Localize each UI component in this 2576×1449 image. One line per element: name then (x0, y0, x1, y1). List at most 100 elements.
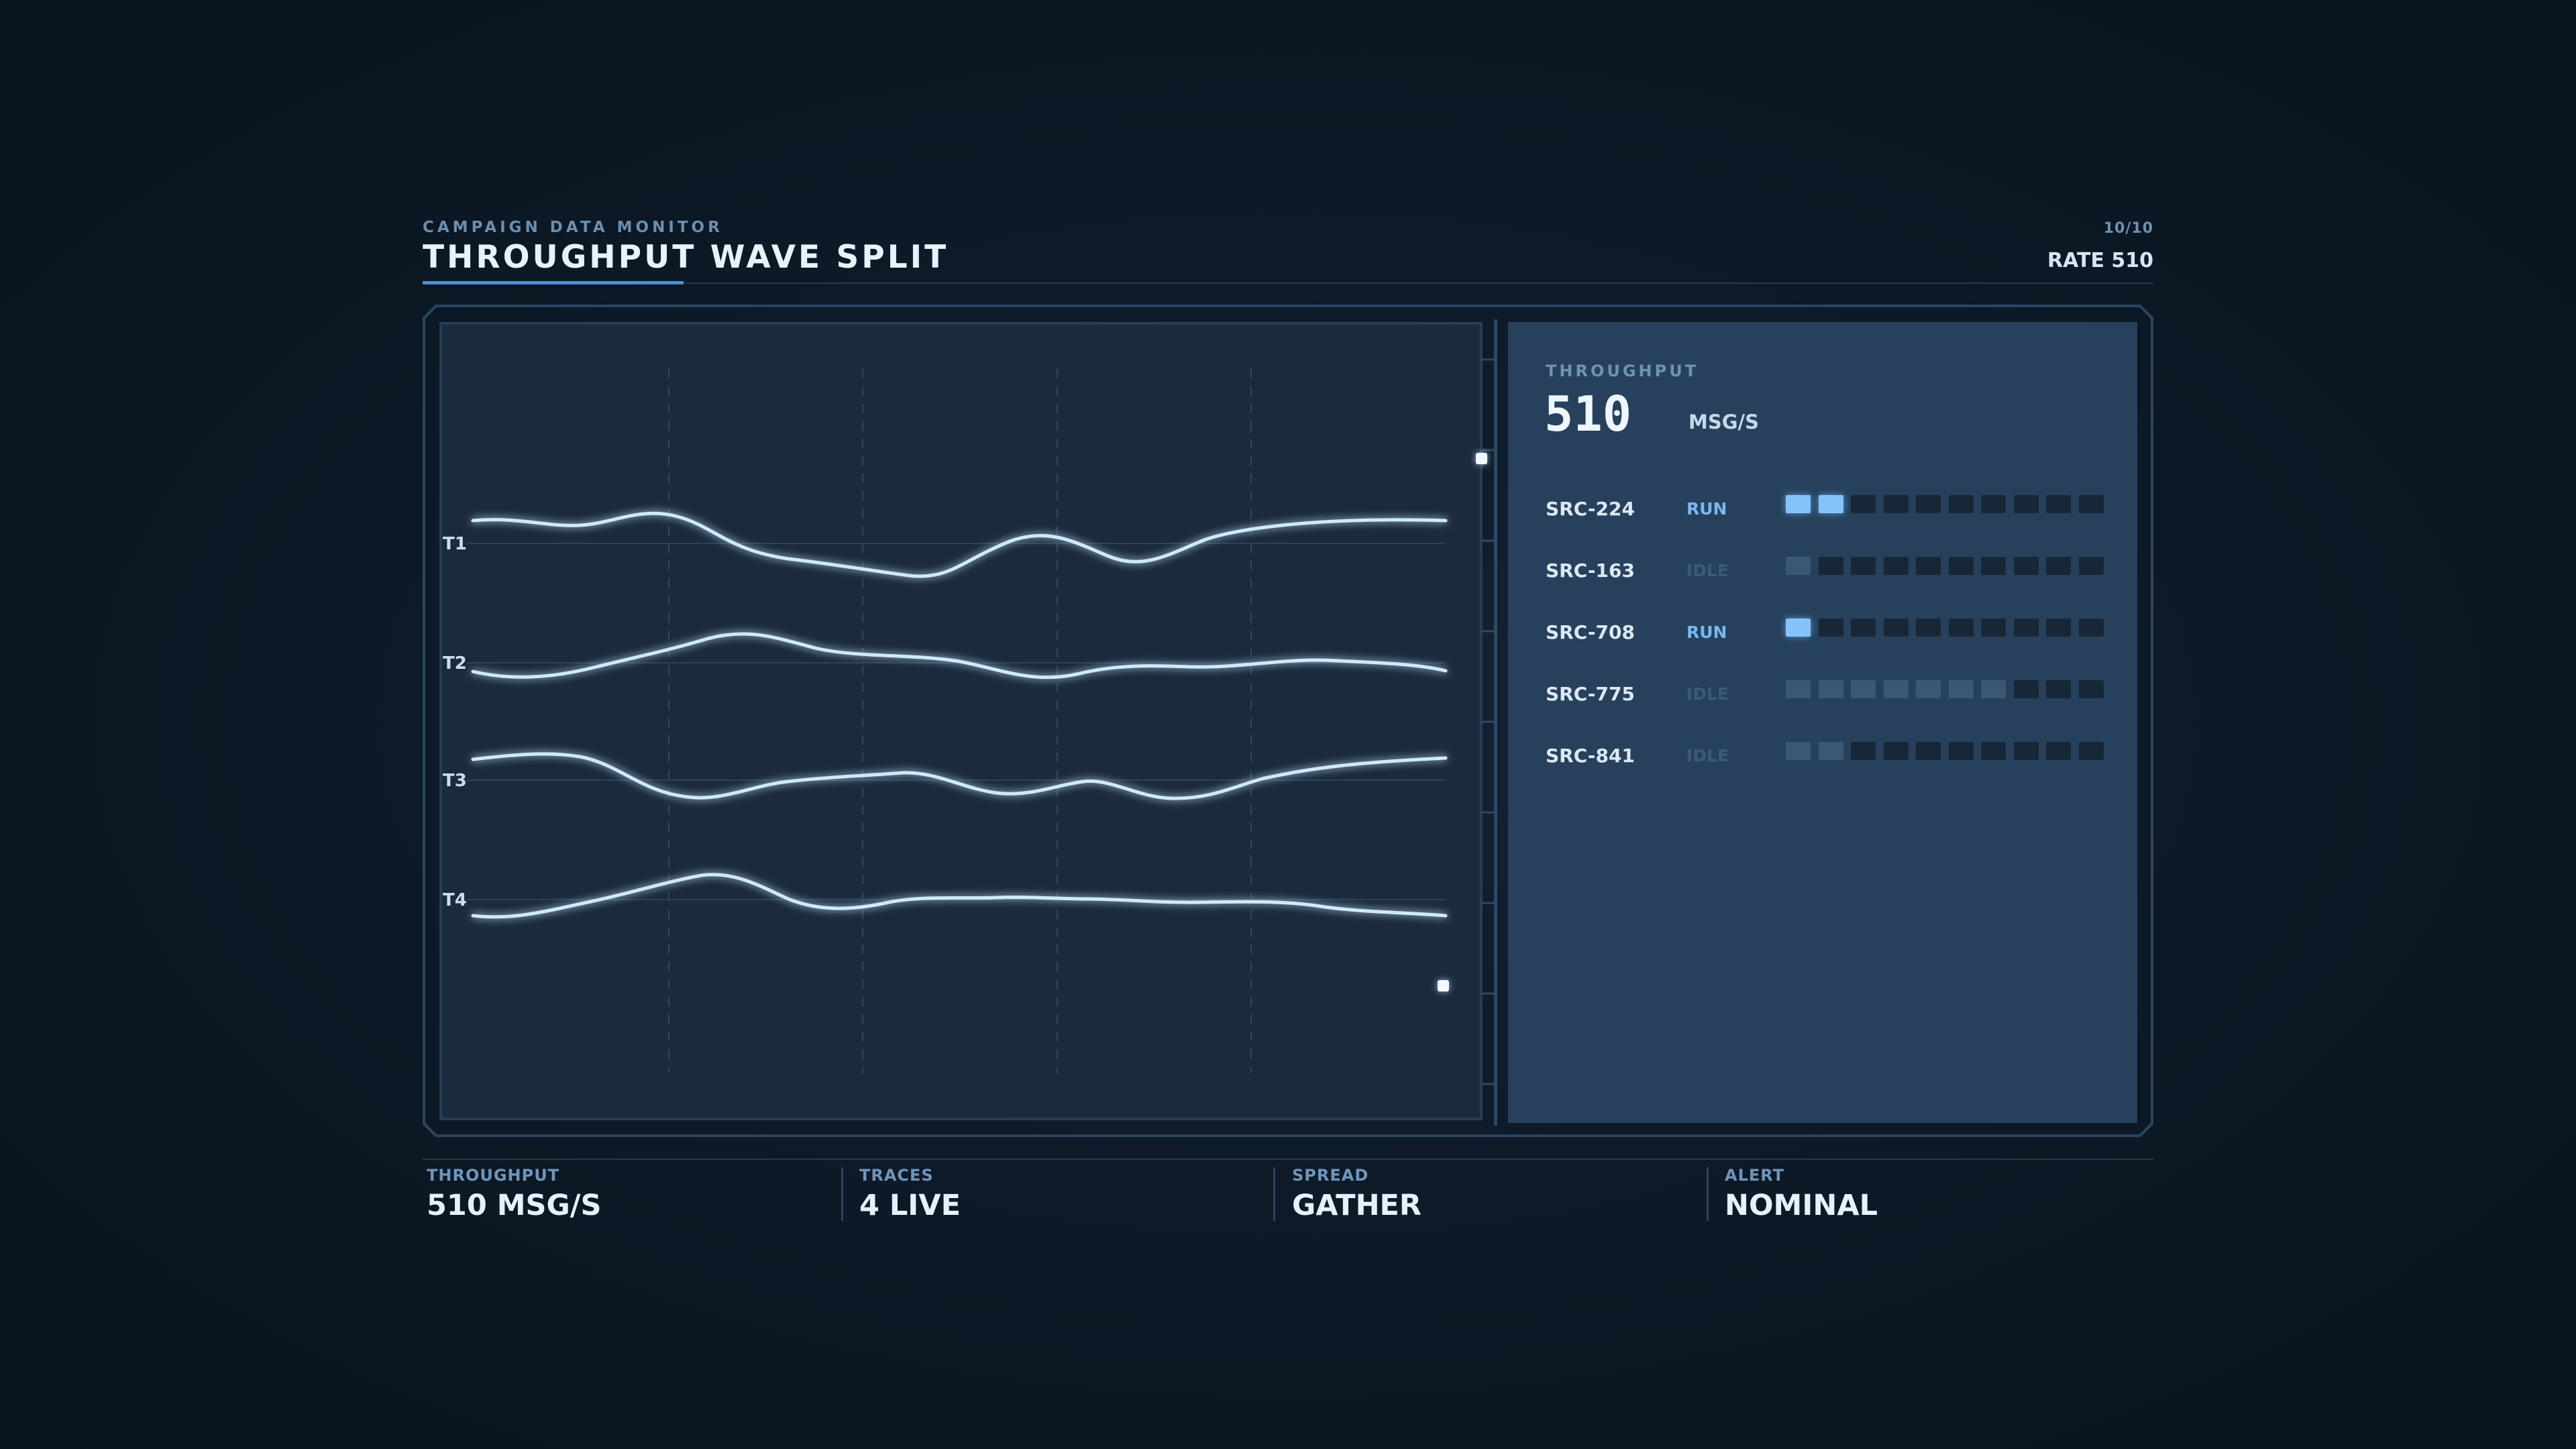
wave-trace-t3 (471, 752, 1448, 800)
source-row: SRC-775 IDLE (1546, 680, 2109, 707)
source-id: SRC-163 (1546, 559, 1635, 582)
level-cell (2046, 742, 2071, 760)
level-cell (1851, 680, 1876, 698)
level-cell (2078, 680, 2104, 698)
stat-value: 4 LIVE (859, 1189, 961, 1222)
page-title: THROUGHPUT WAVE SPLIT (423, 239, 949, 276)
throughput-unit: MSG/S (1688, 411, 1760, 433)
wave-trace-t1 (471, 511, 1448, 578)
level-cell (1981, 680, 2006, 698)
level-cell (1916, 495, 1941, 513)
source-id: SRC-224 (1546, 498, 1635, 520)
source-id: SRC-841 (1546, 745, 1635, 767)
stat-value: 510 MSG/S (427, 1189, 602, 1222)
footer-separator (841, 1167, 843, 1221)
level-cell (1883, 495, 1909, 513)
source-id: SRC-708 (1546, 621, 1635, 643)
footer-separator (1273, 1167, 1275, 1221)
level-cell (2078, 557, 2104, 575)
stat-label: ALERT (1725, 1166, 1785, 1185)
level-cell (1818, 619, 1843, 637)
level-cell (1916, 557, 1941, 575)
level-cell (1883, 680, 1909, 698)
source-state: IDLE (1686, 684, 1729, 704)
divider-ticks (1481, 358, 1496, 1085)
wave-traces (471, 511, 1448, 919)
wave-grid (466, 369, 1446, 1073)
level-cell (1786, 557, 1811, 575)
wave-trace-labels: T1 T2 T3 T4 (443, 534, 467, 910)
level-cell (2078, 495, 2104, 513)
level-cell (1948, 742, 1974, 760)
stat-label: THROUGHPUT (427, 1166, 560, 1185)
marker-point (1438, 980, 1449, 991)
level-cell (1818, 557, 1843, 575)
source-row: SRC-224 RUN (1546, 495, 2109, 522)
trace-label: T4 (443, 890, 467, 910)
level-cell (1981, 495, 2006, 513)
level-cell (2046, 680, 2071, 698)
level-cell (1851, 619, 1876, 637)
level-cell (2078, 742, 2104, 760)
level-cell (1786, 619, 1811, 637)
level-cell (1818, 680, 1843, 698)
trace-label: T3 (443, 771, 467, 791)
trace-label: T2 (443, 653, 467, 674)
level-cell (2013, 680, 2039, 698)
stat-label: TRACES (859, 1166, 934, 1185)
level-cell (1883, 742, 1909, 760)
marker-point (1476, 453, 1487, 464)
source-row: SRC-708 RUN (1546, 619, 2109, 645)
level-cell (1851, 557, 1876, 575)
level-cell (1883, 557, 1909, 575)
throughput-label: THROUGHPUT (1546, 362, 1699, 380)
footer-stat-traces: TRACES 4 LIVE (859, 1166, 961, 1222)
level-cell (1916, 619, 1941, 637)
level-cell (1948, 557, 1974, 575)
level-cell (2046, 495, 2071, 513)
page-counter: 10/10 (2103, 220, 2153, 237)
level-cell (1851, 495, 1876, 513)
level-cell (1948, 619, 1974, 637)
level-cell (2078, 619, 2104, 637)
stat-value: NOMINAL (1725, 1189, 1878, 1222)
level-cell (2046, 557, 2071, 575)
source-row: SRC-163 IDLE (1546, 557, 2109, 584)
throughput-value: 510 (1544, 386, 1632, 442)
level-cell (1948, 680, 1974, 698)
footer-divider (423, 1159, 2153, 1160)
source-state: RUN (1686, 623, 1727, 642)
level-cell (1981, 619, 2006, 637)
footer-stat-throughput: THROUGHPUT 510 MSG/S (427, 1166, 601, 1222)
level-cell (1883, 619, 1909, 637)
level-cell (2013, 742, 2039, 760)
source-state: IDLE (1686, 746, 1729, 765)
monitor-subtitle: CAMPAIGN DATA MONITOR (423, 219, 723, 236)
level-cell (1818, 742, 1843, 760)
footer-separator (1707, 1167, 1709, 1221)
wave-trace-t2 (471, 632, 1448, 680)
level-cell (2013, 619, 2039, 637)
level-cell (1916, 742, 1941, 760)
trace-label: T1 (443, 534, 467, 554)
source-id: SRC-775 (1546, 683, 1635, 705)
level-cell (1916, 680, 1941, 698)
stat-label: SPREAD (1292, 1166, 1369, 1185)
source-state: RUN (1686, 499, 1727, 519)
rate-readout: RATE 510 (2047, 249, 2153, 272)
level-cell (1818, 495, 1843, 513)
level-cell (2046, 619, 2071, 637)
footer-stat-spread: SPREAD GATHER (1292, 1166, 1421, 1222)
wave-trace-t4 (471, 873, 1448, 919)
level-cell (1948, 495, 1974, 513)
level-cell (1786, 680, 1811, 698)
level-cell (1786, 495, 1811, 513)
level-cell (2013, 495, 2039, 513)
source-panel (1508, 322, 2137, 1123)
source-state: IDLE (1686, 561, 1729, 580)
level-cell (1981, 557, 2006, 575)
wave-chart: T1 T2 T3 T4 (443, 369, 1448, 1073)
level-cell (2013, 557, 2039, 575)
level-cell (1981, 742, 2006, 760)
header-accent-bar (423, 281, 684, 284)
